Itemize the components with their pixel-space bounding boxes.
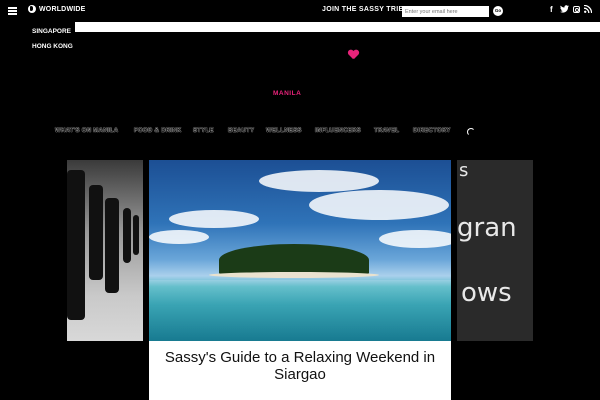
facebook-icon[interactable]: f [550,5,553,14]
nav-item-travel[interactable]: TRAVEL [374,128,399,134]
rss-icon[interactable] [583,4,593,15]
nav-item-style[interactable]: STYLE [193,128,214,134]
sea-image [149,280,451,341]
newsletter-email-input[interactable] [402,6,489,17]
logo-subtitle: MANILA [273,90,302,97]
chalk-text-2: ows [461,278,512,308]
region-option-hong-kong[interactable]: HONG KONG [32,43,73,50]
menu-icon[interactable] [8,7,17,15]
region-option-singapore[interactable]: SINGAPORE [32,28,71,35]
globe-icon [28,5,36,13]
region-label: WORLDWIDE [39,5,86,13]
region-selector[interactable]: WORLDWIDE [28,5,86,13]
nav-item-influencers[interactable]: INFLUENCERS [315,128,361,134]
main-nav: WHAT'S ON MANILA FOOD & DRINK STYLE BEAU… [0,128,600,138]
nav-item-whats-on[interactable]: WHAT'S ON MANILA [55,128,118,134]
nav-item-wellness[interactable]: WELLNESS [266,128,302,134]
nav-item-beauty[interactable]: BEAUTY [228,128,254,134]
twitter-icon[interactable] [560,5,569,15]
carousel-slide-previous[interactable] [67,160,143,341]
carousel-slide-next[interactable]: s gran ows [457,160,533,341]
carousel-slide-featured[interactable] [149,160,451,341]
featured-title[interactable]: Sassy's Guide to a Relaxing Weekend in S… [149,349,451,383]
beach-image [209,272,379,278]
instagram-icon[interactable] [573,5,580,13]
nav-item-directory[interactable]: DIRECTORY [413,128,451,134]
nav-item-food-drink[interactable]: FOOD & DRINK [134,128,182,134]
newsletter-label: JOIN THE SASSY TRIBE [322,6,409,13]
newsletter-go-button[interactable]: Go [493,6,503,16]
loading-spinner-icon [467,128,475,136]
header-divider [75,22,600,32]
region-dropdown: SINGAPORE HONG KONG [29,22,75,54]
featured-caption[interactable]: Sassy's Guide to a Relaxing Weekend in S… [149,341,451,400]
top-bar: WORLDWIDE JOIN THE SASSY TRIBE Go f [0,0,600,22]
heart-icon [348,50,358,59]
chalk-text-1: gran [457,213,517,243]
